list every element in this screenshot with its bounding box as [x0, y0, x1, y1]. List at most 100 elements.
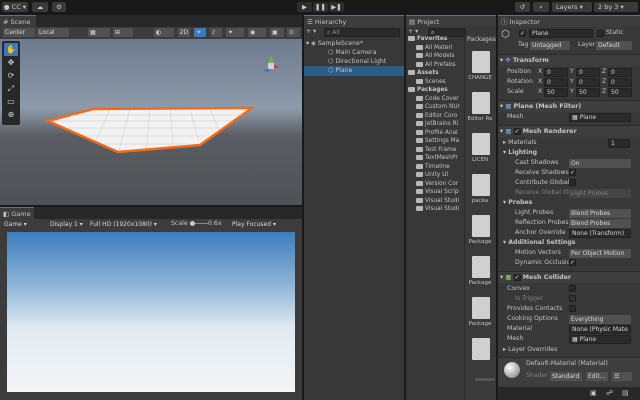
- space-dropdown[interactable]: Local: [37, 28, 69, 37]
- axis-x-label[interactable]: X: [538, 67, 542, 77]
- file-icon[interactable]: [472, 51, 490, 73]
- transform-position-y-field[interactable]: 0: [576, 68, 600, 77]
- light-probes-dropdown[interactable]: Blend Probes: [569, 209, 631, 218]
- display-dropdown[interactable]: Display 1 ▾: [48, 220, 86, 229]
- file-icon[interactable]: [472, 133, 490, 155]
- hidden-objects-toggle[interactable]: ◉: [248, 28, 266, 37]
- mesh-filter-header[interactable]: ▾ ▦ Plane (Mesh Filter): [498, 100, 640, 112]
- anchor-override-field[interactable]: None (Transform): [569, 229, 631, 238]
- camera-settings-dropdown[interactable]: ▣: [270, 28, 284, 37]
- motion-vectors-dropdown[interactable]: Per Object Motion: [569, 249, 631, 258]
- file-icon[interactable]: [472, 92, 490, 114]
- file-icon[interactable]: [472, 256, 490, 278]
- project-tree-item[interactable]: Visual Studi: [416, 205, 459, 214]
- pivot-dropdown[interactable]: Center: [3, 28, 35, 37]
- transform-scale-x-field[interactable]: 50: [544, 88, 568, 97]
- toggle-2d-button[interactable]: 2D: [178, 28, 190, 37]
- receive-shadows-checkbox[interactable]: ✓: [569, 169, 576, 176]
- gizmos-dropdown[interactable]: ⊙: [287, 28, 300, 37]
- tab-scene[interactable]: # Scene: [0, 15, 36, 27]
- file-icon[interactable]: [472, 174, 490, 196]
- transform-scale-y-field[interactable]: 50: [576, 88, 600, 97]
- transform-rotation-x-field[interactable]: 0: [544, 78, 568, 87]
- account-button[interactable]: ● CC ▾: [2, 2, 28, 12]
- cloud-button[interactable]: ☁: [32, 2, 48, 12]
- move-tool[interactable]: ✥: [4, 56, 18, 69]
- orientation-gizmo[interactable]: [259, 51, 283, 79]
- status-icon-1[interactable]: ▣: [590, 389, 597, 397]
- mesh-collider-header[interactable]: ▾ ▦ ✓ Mesh Collider: [498, 271, 640, 283]
- axis-x-label[interactable]: X: [538, 87, 542, 97]
- hand-tool[interactable]: ✋: [4, 43, 18, 56]
- mesh-renderer-header[interactable]: ▾ ▦ ✓ Mesh Renderer: [498, 125, 640, 137]
- axis-z-label[interactable]: Z: [602, 77, 606, 87]
- shader-dropdown[interactable]: Standard: [550, 372, 582, 381]
- file-icon[interactable]: [472, 297, 490, 319]
- scene-plane[interactable]: [0, 39, 302, 205]
- axis-y-label[interactable]: Y: [570, 67, 574, 77]
- rect-tool[interactable]: ▭: [4, 95, 18, 108]
- layers-dropdown[interactable]: Layers ▾: [552, 2, 592, 12]
- step-button[interactable]: ▶❚: [329, 2, 344, 12]
- transform-header[interactable]: ▾ ✥ Transform: [498, 54, 640, 66]
- tab-game[interactable]: ◧ Game: [0, 207, 34, 219]
- hierarchy-search-input[interactable]: ⌕ All: [324, 28, 400, 37]
- transform-position-z-field[interactable]: 0: [608, 68, 632, 77]
- transform-tool[interactable]: ⊕: [4, 108, 18, 121]
- scale-slider-thumb[interactable]: [190, 221, 195, 226]
- convex-checkbox[interactable]: [569, 285, 576, 292]
- play-focused-dropdown[interactable]: Play Focused ▾: [230, 220, 286, 229]
- additional-settings-foldout[interactable]: ▾ Additional Settings: [503, 238, 575, 248]
- icon-size-slider[interactable]: [475, 378, 495, 381]
- effects-dropdown[interactable]: ✦: [226, 28, 244, 37]
- play-button[interactable]: ▶: [297, 2, 312, 12]
- mesh-filter-mesh-field[interactable]: ▦ Plane: [569, 113, 631, 122]
- provides-contacts-checkbox[interactable]: [569, 305, 576, 312]
- file-icon[interactable]: [472, 215, 490, 237]
- dynamic-occlusion-checkbox[interactable]: ✓: [569, 259, 576, 266]
- shader-options-button[interactable]: ☰: [612, 372, 632, 381]
- history-button[interactable]: ↺: [515, 2, 530, 12]
- axis-z-label[interactable]: Z: [602, 67, 606, 77]
- materials-count[interactable]: 1: [608, 139, 630, 148]
- reflection-probes-dropdown[interactable]: Blend Probes: [569, 219, 631, 228]
- game-viewport[interactable]: [7, 232, 295, 392]
- audio-toggle[interactable]: ♪: [210, 28, 222, 37]
- status-icon-3[interactable]: ▤: [622, 389, 629, 397]
- axis-z-label[interactable]: Z: [602, 87, 606, 97]
- pause-button[interactable]: ❚❚: [313, 2, 328, 12]
- grid-snap-dropdown[interactable]: ▦: [88, 28, 110, 37]
- tag-dropdown[interactable]: Untagged: [530, 41, 570, 50]
- axis-y-label[interactable]: Y: [570, 77, 574, 87]
- transform-scale-z-field[interactable]: 50: [608, 88, 632, 97]
- static-checkbox[interactable]: [597, 30, 604, 37]
- rotate-tool[interactable]: ⟳: [4, 69, 18, 82]
- lighting-toggle[interactable]: ☀: [194, 28, 206, 37]
- scene-viewport[interactable]: ✋ ✥ ⟳ ⤢ ▭ ⊕: [0, 39, 302, 205]
- transform-rotation-y-field[interactable]: 0: [576, 78, 600, 87]
- plane-mesh[interactable]: [44, 106, 256, 154]
- contribute-gi-checkbox[interactable]: [569, 179, 576, 186]
- tab-hierarchy[interactable]: ☰ Hierarchy: [304, 15, 404, 27]
- hierarchy-add-button[interactable]: + ▾: [306, 27, 316, 37]
- transform-position-x-field[interactable]: 0: [544, 68, 568, 77]
- probes-foldout[interactable]: ▾ Probes: [503, 198, 532, 208]
- file-icon[interactable]: [472, 338, 490, 360]
- axis-x-label[interactable]: X: [538, 77, 542, 87]
- settings-button[interactable]: ⚙: [52, 2, 66, 12]
- cast-shadows-dropdown[interactable]: On: [569, 159, 631, 168]
- shader-edit-button[interactable]: Edit...: [586, 372, 608, 381]
- scale-slider[interactable]: [190, 221, 208, 226]
- object-name-field[interactable]: Plane: [529, 29, 593, 38]
- layer-overrides-foldout[interactable]: ▸ Layer Overrides: [503, 345, 557, 355]
- status-icon-2[interactable]: ☍: [606, 389, 613, 397]
- cooking-options-dropdown[interactable]: Everything: [569, 315, 631, 324]
- tab-inspector[interactable]: ⓘ Inspector: [498, 15, 640, 27]
- layout-dropdown[interactable]: 2 by 3 ▾: [594, 2, 638, 12]
- transform-rotation-z-field[interactable]: 0: [608, 78, 632, 87]
- axis-y-label[interactable]: Y: [570, 87, 574, 97]
- snap-increment-dropdown[interactable]: ⊞: [113, 28, 133, 37]
- mesh-renderer-enabled[interactable]: ✓: [513, 127, 521, 135]
- collider-material-field[interactable]: None (Physic Mate: [569, 325, 631, 334]
- search-button[interactable]: ⌕: [533, 2, 549, 12]
